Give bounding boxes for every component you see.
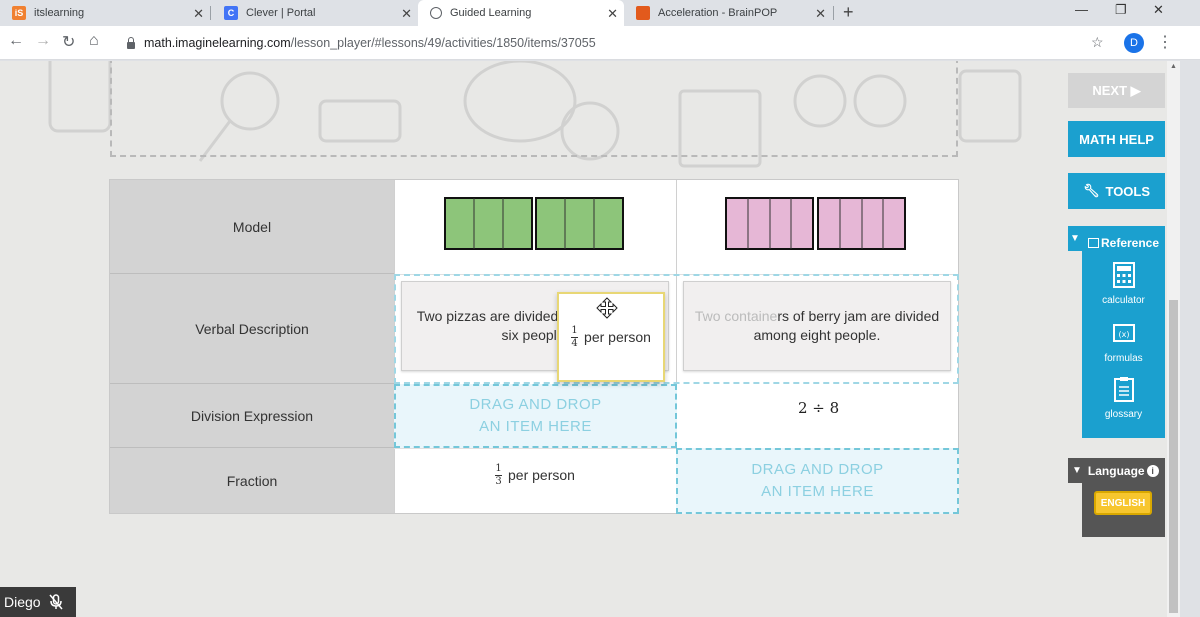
dropzone-label: DRAG AND DROP: [751, 461, 884, 478]
reference-formulas[interactable]: (x) formulas: [1082, 320, 1165, 364]
tools-label: TOOLS: [1105, 183, 1151, 199]
dropzone-label: AN ITEM HERE: [761, 483, 874, 500]
tab-title: itslearning: [34, 7, 85, 19]
english-button[interactable]: ENGLISH: [1094, 491, 1152, 515]
reference-header[interactable]: Reference: [1088, 236, 1159, 250]
reference-label: Reference: [1101, 236, 1160, 250]
dropzone-label: AN ITEM HERE: [479, 418, 592, 435]
language-panel: ENGLISH: [1082, 483, 1165, 537]
bookmark-star-icon[interactable]: ☆: [1091, 34, 1104, 51]
tools-button[interactable]: 🔧︎ TOOLS: [1068, 173, 1165, 209]
fraction-suffix: per person: [508, 467, 575, 483]
verbal-card-right[interactable]: Two containers of berry jam are divided …: [683, 281, 951, 371]
brainpop-icon: [636, 6, 650, 20]
presenter-name: Diego: [4, 594, 41, 610]
restore-icon[interactable]: ❐: [1115, 2, 1127, 18]
url-host: math.imaginelearning.com: [144, 36, 291, 50]
language-header[interactable]: ▼ Language i: [1068, 458, 1165, 483]
itslearning-icon: iS: [12, 6, 26, 20]
forward-arrow-icon[interactable]: →: [35, 32, 51, 50]
tab-itslearning[interactable]: iS itslearning ✕: [0, 0, 210, 26]
globe-icon: [430, 7, 442, 19]
svg-text:(x): (x): [1118, 330, 1129, 339]
info-icon[interactable]: i: [1146, 464, 1159, 477]
browser-toolbar: ← → ↻ ⌂ math.imaginelearning.com /lesson…: [0, 26, 1200, 60]
scrollbar-thumb[interactable]: [1169, 300, 1178, 613]
reload-icon[interactable]: ↻: [62, 32, 75, 52]
tab-title: Acceleration - BrainPOP: [658, 7, 778, 19]
previous-dropzone-outline: [110, 61, 958, 157]
scroll-up-icon[interactable]: ▲: [1169, 63, 1178, 71]
tab-title: Guided Learning: [450, 7, 532, 19]
fraction-denominator: 3: [495, 475, 502, 487]
window-close-icon[interactable]: ✕: [1153, 2, 1164, 18]
division-expression-right: 2 ÷ 8: [798, 399, 840, 417]
tab-separator: [210, 6, 211, 20]
home-icon[interactable]: ⌂: [89, 32, 99, 50]
fraction-denominator: 4: [571, 337, 578, 349]
collapse-triangle-icon: ▼: [1072, 465, 1082, 476]
model-left-pizzas: [444, 197, 624, 250]
lock-icon: [126, 37, 136, 49]
minimize-icon[interactable]: —: [1075, 2, 1088, 17]
verbal-right-text: rs of berry jam are divided: [777, 308, 940, 324]
close-icon[interactable]: ✕: [815, 6, 826, 22]
collapse-triangle-icon[interactable]: ▼: [1068, 226, 1082, 251]
new-tab-icon[interactable]: +: [843, 2, 854, 23]
tab-guided-learning[interactable]: Guided Learning ✕: [418, 0, 624, 26]
formulas-label: formulas: [1104, 353, 1143, 364]
dropzone-division-expression[interactable]: DRAG AND DROP AN ITEM HERE: [394, 384, 677, 448]
fraction-numerator: 1: [495, 462, 502, 474]
dropzone-label: DRAG AND DROP: [469, 396, 602, 413]
model-table: Model Verbal Description Division Expres…: [109, 179, 959, 514]
clever-icon: C: [224, 6, 238, 20]
calculator-icon: [1112, 262, 1135, 288]
math-help-button[interactable]: MATH HELP: [1068, 121, 1165, 157]
row-label-verbal-description: Verbal Description: [110, 274, 394, 384]
lesson-page: Model Verbal Description Division Expres…: [0, 61, 1167, 617]
address-bar[interactable]: math.imaginelearning.com /lesson_player/…: [118, 30, 1118, 56]
tab-separator: [833, 6, 834, 20]
glossary-icon: [1113, 377, 1134, 402]
row-label-division-expression: Division Expression: [110, 384, 394, 448]
verbal-right-text-line2: among eight people.: [753, 327, 881, 343]
fraction-left: 1 3 per person: [495, 460, 575, 490]
fraction-suffix: per person: [584, 329, 651, 345]
verbal-right-hidden-text: Two containe: [694, 308, 778, 324]
move-cursor-icon: [596, 297, 618, 319]
fraction-numerator: 1: [571, 324, 578, 336]
tab-brainpop[interactable]: Acceleration - BrainPOP ✕: [624, 0, 832, 26]
back-arrow-icon[interactable]: ←: [8, 32, 24, 50]
fraction-glyph: 1 3: [495, 462, 502, 487]
reference-glossary[interactable]: glossary: [1082, 376, 1165, 420]
fraction-glyph: 1 4: [571, 324, 579, 349]
profile-avatar[interactable]: D: [1124, 33, 1144, 53]
row-label-fraction: Fraction: [226, 472, 278, 489]
language-label: Language: [1087, 463, 1145, 478]
reference-panel: Reference calculator (x) formulas glossa…: [1082, 226, 1165, 438]
dropzone-fraction[interactable]: DRAG AND DROP AN ITEM HERE: [676, 448, 959, 514]
calendar-icon: [1088, 238, 1099, 248]
tab-clever[interactable]: C Clever | Portal ✕: [212, 0, 418, 26]
close-icon[interactable]: ✕: [607, 6, 618, 22]
close-icon[interactable]: ✕: [193, 6, 204, 22]
browser-menu-icon[interactable]: ⋮: [1157, 32, 1173, 52]
close-icon[interactable]: ✕: [401, 6, 412, 22]
browser-tab-strip: iS itslearning ✕ C Clever | Portal ✕ Gui…: [0, 0, 1200, 26]
model-right-berry-jam: [725, 197, 906, 250]
formulas-icon: (x): [1112, 324, 1135, 342]
row-label-model: Model: [110, 180, 394, 274]
glossary-label: glossary: [1104, 409, 1143, 420]
reference-calculator[interactable]: calculator: [1082, 262, 1165, 306]
url-path: /lesson_player/#lessons/49/activities/18…: [290, 36, 596, 50]
calculator-label: calculator: [1102, 295, 1145, 306]
presenter-badge: Diego: [0, 587, 76, 617]
tab-title: Clever | Portal: [246, 7, 316, 19]
next-button[interactable]: NEXT ▶: [1068, 73, 1165, 108]
wrench-icon: 🔧︎: [1082, 183, 1100, 198]
muted-microphone-icon[interactable]: [49, 594, 63, 610]
